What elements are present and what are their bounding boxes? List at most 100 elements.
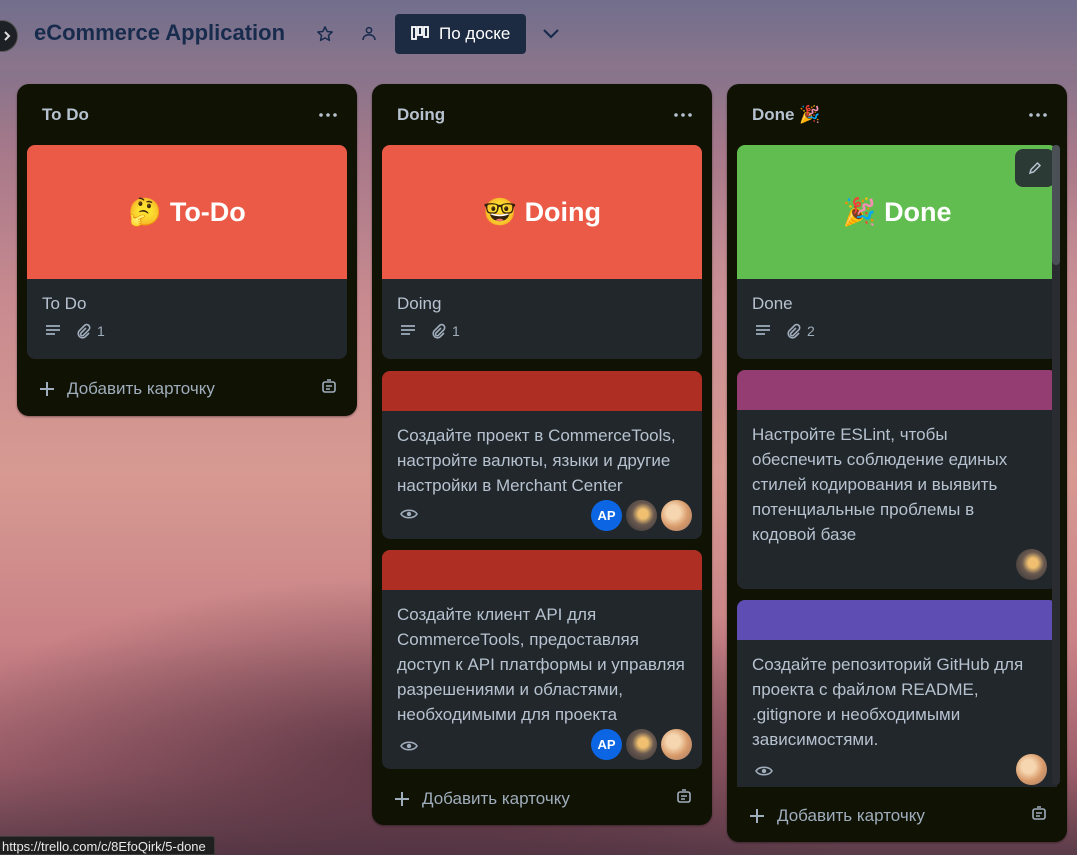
attachment-count: 2 xyxy=(807,323,815,339)
avatar[interactable] xyxy=(1016,549,1047,580)
add-card-label: Добавить карточку xyxy=(777,806,925,825)
card-cover xyxy=(737,600,1057,640)
board-icon xyxy=(411,26,429,40)
avatar[interactable] xyxy=(626,500,657,531)
list-scrollbar[interactable] xyxy=(1052,145,1060,785)
add-card-label: Добавить карточку xyxy=(67,379,215,398)
plus-icon xyxy=(750,809,764,823)
description-icon xyxy=(46,325,60,335)
card[interactable]: Настройте ESLint, чтобы обеспечить соблю… xyxy=(737,370,1057,589)
paperclip-icon xyxy=(787,323,801,339)
avatar[interactable] xyxy=(661,500,692,531)
attachment-badge: 1 xyxy=(430,323,460,339)
watch-icon xyxy=(400,739,418,757)
view-switcher-dropdown[interactable] xyxy=(535,18,567,50)
sidebar-toggle-button[interactable] xyxy=(0,20,18,52)
card-cover: 🎉 Done xyxy=(737,145,1057,279)
watch-icon xyxy=(755,764,773,782)
card-title: To Do xyxy=(42,294,87,313)
watch-icon xyxy=(400,507,418,525)
list-title[interactable]: Doing xyxy=(397,105,445,125)
star-icon xyxy=(317,26,333,42)
scrollbar-thumb[interactable] xyxy=(1052,145,1060,265)
list-todo: To Do 🤔 To-Do To Do 1 Добавить карточку xyxy=(17,84,357,416)
card-members xyxy=(1016,754,1047,785)
description-icon xyxy=(401,325,415,335)
card-cover xyxy=(737,370,1057,410)
board-title[interactable]: eCommerce Application xyxy=(34,20,285,46)
template-icon xyxy=(1032,805,1046,820)
plus-icon xyxy=(40,382,54,396)
workspace-visibility-button[interactable] xyxy=(353,18,385,50)
list-title[interactable]: Done 🎉 xyxy=(752,105,820,125)
card-title: Done xyxy=(752,294,793,313)
template-icon xyxy=(322,378,336,393)
status-bar-url: https://trello.com/c/8EfoQirk/5-done xyxy=(0,836,215,855)
card-members xyxy=(1016,549,1047,580)
card-cover-text: To-Do xyxy=(169,196,246,227)
card-template-button[interactable] xyxy=(321,378,337,400)
chevron-right-icon xyxy=(4,31,11,41)
paperclip-icon xyxy=(432,323,446,339)
attachment-count: 1 xyxy=(452,323,460,339)
list-menu-button[interactable] xyxy=(313,100,343,130)
pencil-icon xyxy=(1028,161,1042,175)
list-header: Doing xyxy=(372,84,712,146)
chevron-down-icon xyxy=(543,29,559,39)
description-icon xyxy=(756,325,770,335)
card-title: Настройте ESLint, чтобы обеспечить соблю… xyxy=(752,425,1008,544)
board-view-label: По доске xyxy=(439,24,511,43)
card-badges: 1 xyxy=(382,323,702,339)
more-icon xyxy=(319,113,337,117)
add-card-button[interactable]: Добавить карточку xyxy=(382,779,702,819)
card-cover-text: Done xyxy=(884,196,952,227)
card[interactable]: Создайте клиент API для CommerceTools, п… xyxy=(382,550,702,769)
board-header: eCommerce Application По доске xyxy=(0,0,1077,70)
thinking-face-icon: 🤔 xyxy=(128,197,162,227)
card-cover xyxy=(382,371,702,411)
party-popper-icon: 🎉 xyxy=(842,197,877,227)
people-icon xyxy=(362,26,376,41)
add-card-label: Добавить карточку xyxy=(422,789,570,808)
card-template-button[interactable] xyxy=(1031,805,1047,827)
list-doing: Doing 🤓 Doing Doing 1 Создайте проект в … xyxy=(372,84,712,825)
avatar[interactable]: AP xyxy=(591,500,622,531)
add-card-button[interactable]: Добавить карточку xyxy=(737,796,1057,836)
edit-card-button[interactable] xyxy=(1015,149,1055,187)
card-title: Doing xyxy=(397,294,442,313)
card[interactable]: Создайте репозиторий GitHub для проекта … xyxy=(737,600,1057,787)
list-header: Done 🎉 xyxy=(727,84,1067,146)
list-menu-button[interactable] xyxy=(668,100,698,130)
card-title: Создайте клиент API для CommerceTools, п… xyxy=(397,605,685,724)
card-cover: 🤓 Doing xyxy=(382,145,702,279)
nerd-face-icon: 🤓 xyxy=(482,197,517,227)
card-members: AP xyxy=(591,500,692,531)
avatar[interactable] xyxy=(626,729,657,760)
add-card-button[interactable]: Добавить карточку xyxy=(27,369,347,409)
list-header: To Do xyxy=(17,84,357,146)
card-members: AP xyxy=(591,729,692,760)
list-menu-button[interactable] xyxy=(1023,100,1053,130)
card-template-button[interactable] xyxy=(676,788,692,810)
plus-icon xyxy=(395,792,409,806)
template-icon xyxy=(677,788,691,803)
star-button[interactable] xyxy=(309,18,341,50)
card-cover xyxy=(382,550,702,590)
list-done: Done 🎉 🎉 Done Done 2 Настройте ESLint, ч… xyxy=(727,84,1067,842)
card[interactable]: 🎉 Done Done 2 xyxy=(737,145,1057,359)
avatar[interactable]: AP xyxy=(591,729,622,760)
avatar[interactable] xyxy=(1016,754,1047,785)
card[interactable]: 🤓 Doing Doing 1 xyxy=(382,145,702,359)
card-badges: 2 xyxy=(737,323,1057,339)
board-view-button[interactable]: По доске xyxy=(395,14,526,54)
card[interactable]: 🤔 To-Do To Do 1 xyxy=(27,145,347,359)
avatar[interactable] xyxy=(661,729,692,760)
card-cover: 🤔 To-Do xyxy=(27,145,347,279)
card[interactable]: Создайте проект в CommerceTools, настрой… xyxy=(382,371,702,539)
list-title[interactable]: To Do xyxy=(42,105,89,125)
more-icon xyxy=(1029,113,1047,117)
card-badges: 1 xyxy=(27,323,347,339)
card-cover-text: Doing xyxy=(524,196,602,227)
card-title: Создайте репозиторий GitHub для проекта … xyxy=(752,655,1024,749)
card-title: Создайте проект в CommerceTools, настрой… xyxy=(397,426,676,495)
